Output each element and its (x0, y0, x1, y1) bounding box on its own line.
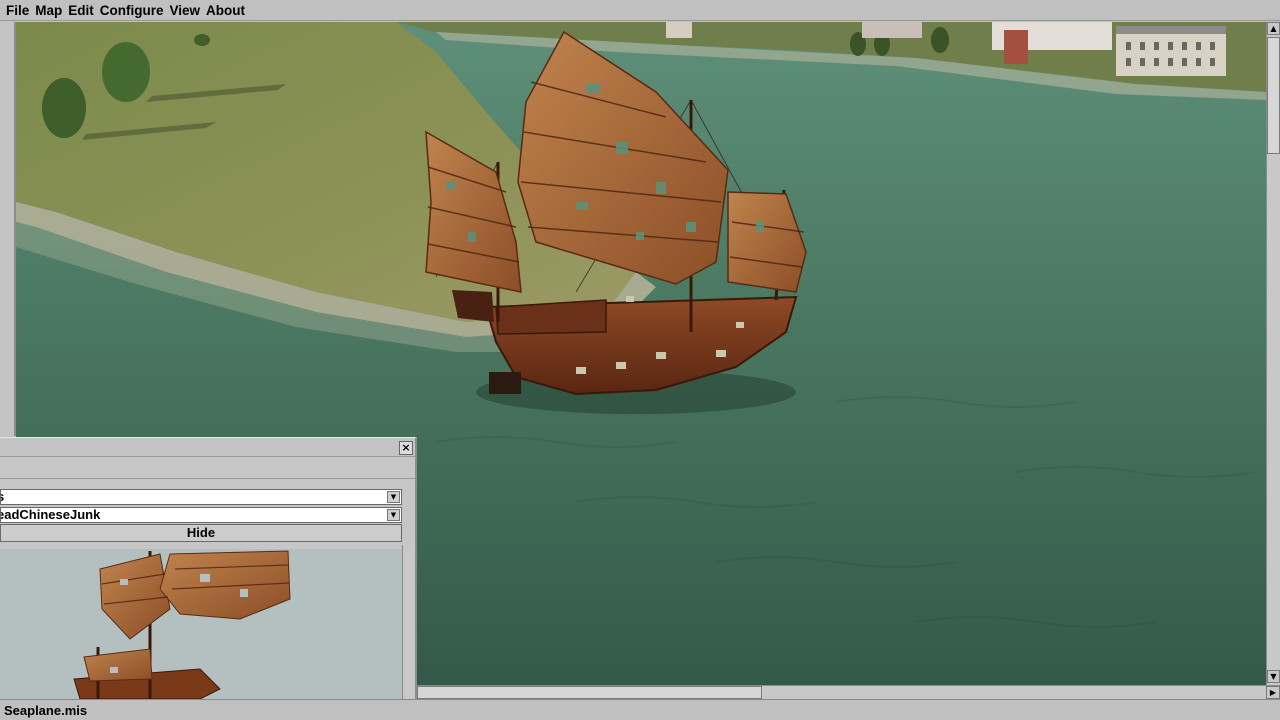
object-preview (0, 549, 402, 699)
junk-preview-render (0, 549, 402, 699)
menu-bar: File Map Edit Configure View About (0, 0, 1280, 21)
status-bar: Seaplane.mis (0, 699, 1280, 720)
menu-file[interactable]: File (3, 1, 32, 20)
scroll-right-icon[interactable]: ▶ (1266, 686, 1280, 699)
scroll-up-icon[interactable]: ▲ (1267, 22, 1280, 35)
category-dropdown-value: s (1, 490, 4, 504)
horizontal-scrollbar[interactable]: ▶ (417, 685, 1280, 699)
chevron-down-icon[interactable]: ▼ (387, 509, 400, 521)
horizontal-scroll-thumb[interactable] (417, 686, 762, 699)
chevron-down-icon[interactable]: ▼ (387, 491, 400, 503)
object-dropdown[interactable]: eadChineseJunk ▼ (0, 507, 402, 523)
menu-about[interactable]: About (203, 1, 248, 20)
menu-edit[interactable]: Edit (65, 1, 97, 20)
hide-button[interactable]: Hide (0, 524, 402, 542)
panel-titlebar[interactable]: × (0, 438, 415, 457)
menu-view[interactable]: View (167, 1, 204, 20)
panel-divider (0, 478, 415, 479)
panel-scroll-strip (402, 545, 415, 699)
close-icon[interactable]: × (399, 441, 413, 455)
vertical-scrollbar[interactable]: ▲ ▼ (1266, 22, 1280, 685)
category-dropdown[interactable]: s ▼ (0, 489, 402, 505)
mission-filename: Seaplane.mis (4, 702, 88, 718)
object-dropdown-value: eadChineseJunk (0, 507, 101, 522)
scroll-down-icon[interactable]: ▼ (1267, 670, 1280, 683)
vertical-scroll-thumb[interactable] (1267, 37, 1280, 154)
left-window-edge (0, 22, 16, 436)
menu-map[interactable]: Map (32, 1, 65, 20)
menu-configure[interactable]: Configure (97, 1, 167, 20)
